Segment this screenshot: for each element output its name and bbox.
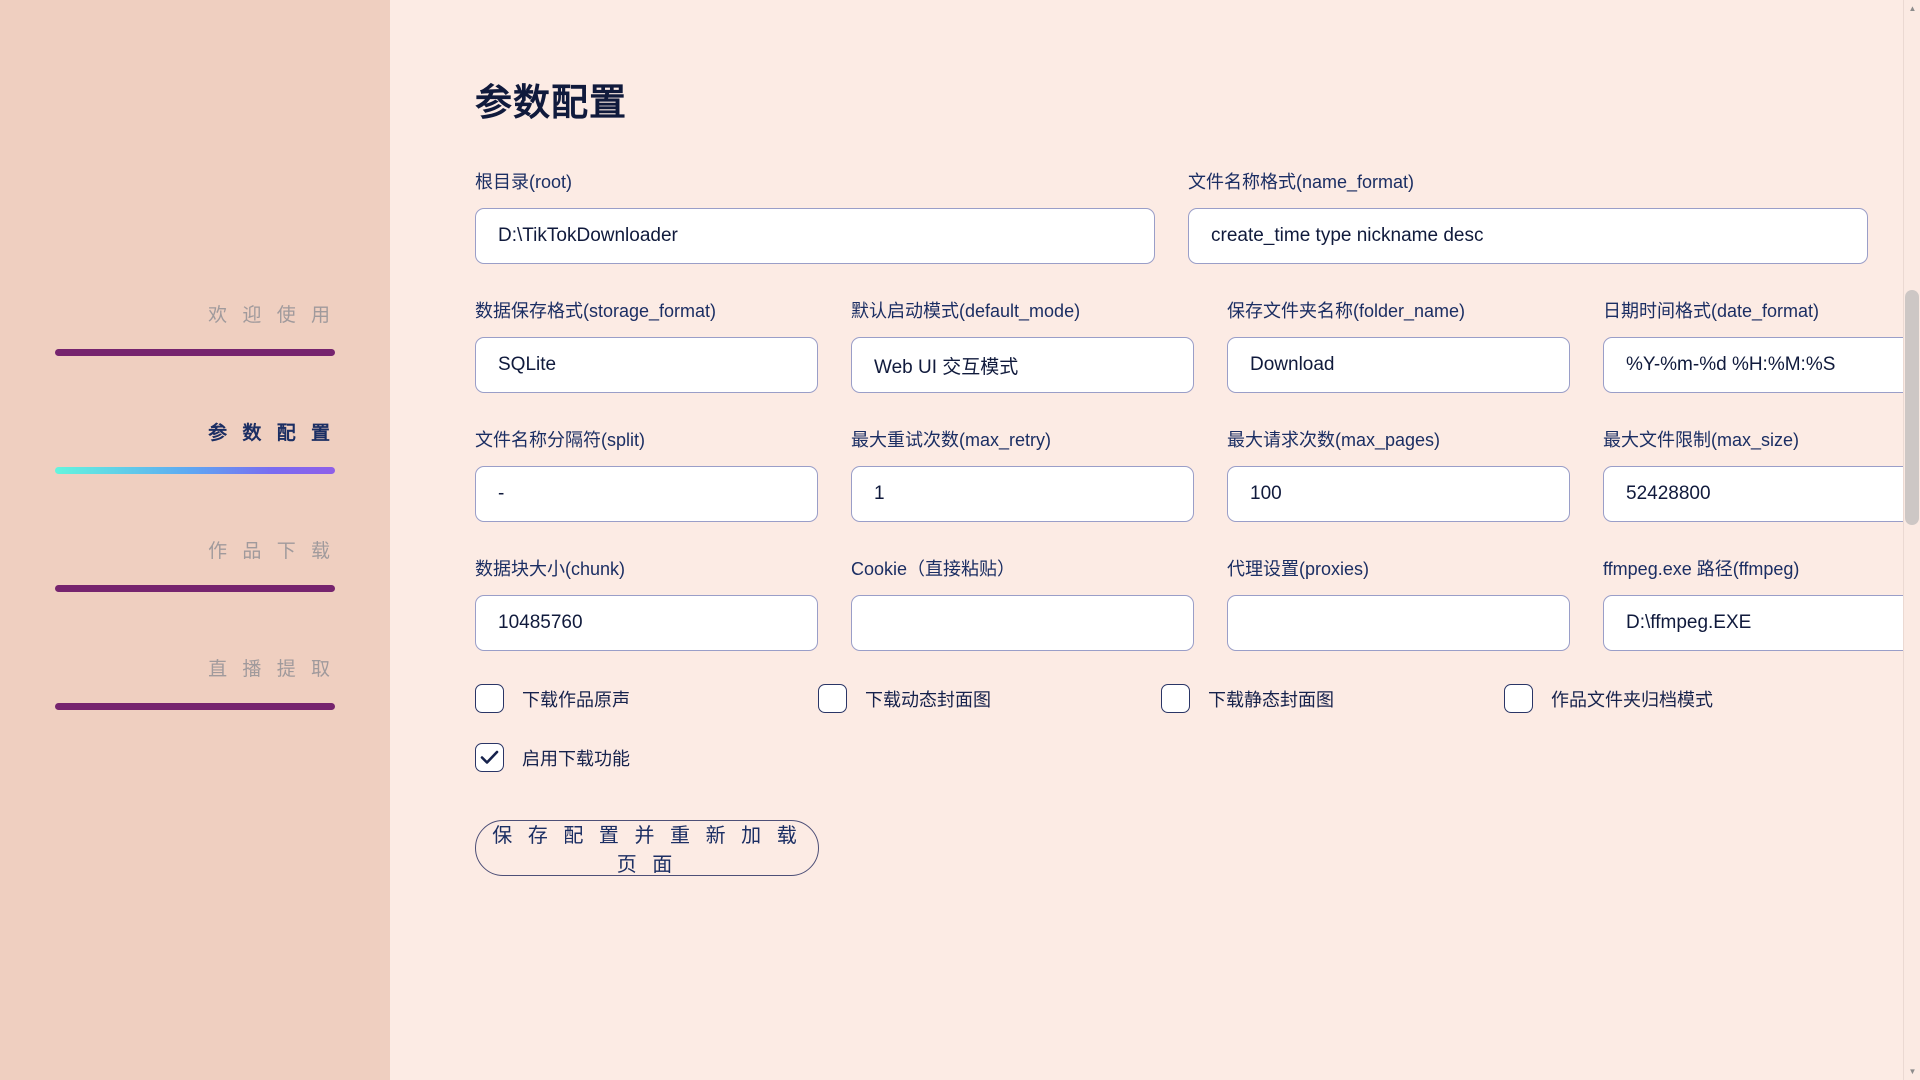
main-content: 参数配置 根目录(root) D:\TikTokDownloader 文件名称格式(… bbox=[390, 0, 1920, 1080]
label-ffmpeg: ffmpeg.exe 路径(ffmpeg) bbox=[1603, 559, 1800, 579]
label-date-format: 日期时间格式(date_format) bbox=[1603, 301, 1820, 321]
input-storage-format[interactable]: SQLite bbox=[475, 337, 818, 393]
input-name-format[interactable]: create_time type nickname desc bbox=[1188, 208, 1868, 264]
checkbox-row: 启用下载功能 bbox=[475, 743, 1920, 772]
input-max-retry[interactable]: 1 bbox=[851, 466, 1194, 522]
checkbox-checked-icon[interactable] bbox=[475, 743, 504, 772]
label-max-size: 最大文件限制(max_size) bbox=[1603, 430, 1800, 450]
app-root: 欢 迎 使 用参 数 配 置作 品 下 载直 播 提 取 参数配置 根目录(ro… bbox=[0, 0, 1920, 1080]
field-max-size: 最大文件限制(max_size) 52428800 bbox=[1603, 426, 1920, 522]
label-max-retry: 最大重试次数(max_retry) bbox=[851, 430, 1052, 450]
input-ffmpeg[interactable]: D:\ffmpeg.EXE bbox=[1603, 595, 1920, 651]
save-and-reload-button[interactable]: 保 存 配 置 并 重 新 加 载 页 面 bbox=[475, 820, 819, 876]
scrollbar-thumb[interactable] bbox=[1905, 290, 1919, 525]
scrollbar-up-arrow-icon[interactable]: ▲ bbox=[1904, 0, 1920, 17]
checkbox-label: 启用下载功能 bbox=[522, 748, 630, 769]
input-default-mode[interactable]: Web UI 交互模式 bbox=[851, 337, 1194, 393]
checkbox-label: 作品文件夹归档模式 bbox=[1551, 689, 1713, 710]
sidebar-item-label: 欢 迎 使 用 bbox=[208, 305, 335, 326]
page-title: 参数配置 bbox=[475, 82, 627, 123]
checkbox-folder-archive-mode[interactable]: 作品文件夹归档模式 bbox=[1504, 684, 1847, 713]
checkbox-unchecked-icon[interactable] bbox=[1504, 684, 1533, 713]
form-row: 根目录(root) D:\TikTokDownloader 文件名称格式(name_… bbox=[475, 168, 1920, 264]
form-row: 数据保存格式(storage_format) SQLite 默认启动模式(defau… bbox=[475, 297, 1920, 393]
checkbox-row: 下载作品原声 下载动态封面图 下载静态封面图 作品文件夹归档模式 bbox=[475, 684, 1920, 713]
form-row: 数据块大小(chunk) 10485760 Cookie（直接粘贴） 代理设置(pro… bbox=[475, 555, 1920, 651]
input-date-format[interactable]: %Y-%m-%d %H:%M:%S bbox=[1603, 337, 1920, 393]
input-chunk[interactable]: 10485760 bbox=[475, 595, 818, 651]
checkbox-unchecked-icon[interactable] bbox=[475, 684, 504, 713]
label-root: 根目录(root) bbox=[475, 172, 573, 192]
sidebar-item-3[interactable]: 直 播 提 取 bbox=[0, 654, 390, 710]
field-max-retry: 最大重试次数(max_retry) 1 bbox=[851, 426, 1194, 522]
label-proxies: 代理设置(proxies) bbox=[1227, 559, 1370, 579]
sidebar-item-0[interactable]: 欢 迎 使 用 bbox=[0, 300, 390, 356]
checkbox-label: 下载静态封面图 bbox=[1208, 689, 1334, 710]
field-max-pages: 最大请求次数(max_pages) 100 bbox=[1227, 426, 1570, 522]
checkbox-label: 下载作品原声 bbox=[522, 689, 630, 710]
sidebar-item-underline bbox=[55, 703, 335, 710]
sidebar-item-label: 参 数 配 置 bbox=[208, 423, 335, 444]
label-folder-name: 保存文件夹名称(folder_name) bbox=[1227, 301, 1466, 321]
field-ffmpeg: ffmpeg.exe 路径(ffmpeg) D:\ffmpeg.EXE bbox=[1603, 555, 1920, 651]
checkbox-enable-download[interactable]: 启用下载功能 bbox=[475, 743, 818, 772]
input-proxies[interactable] bbox=[1227, 595, 1570, 651]
checkbox-download-dynamic-cover[interactable]: 下载动态封面图 bbox=[818, 684, 1161, 713]
input-folder-name[interactable]: Download bbox=[1227, 337, 1570, 393]
checkbox-unchecked-icon[interactable] bbox=[1161, 684, 1190, 713]
input-split[interactable]: - bbox=[475, 466, 818, 522]
sidebar-item-underline bbox=[55, 585, 335, 592]
input-max-pages[interactable]: 100 bbox=[1227, 466, 1570, 522]
label-split: 文件名称分隔符(split) bbox=[475, 430, 645, 450]
field-date-format: 日期时间格式(date_format) %Y-%m-%d %H:%M:%S bbox=[1603, 297, 1920, 393]
scrollbar-down-arrow-icon[interactable]: ▼ bbox=[1904, 1063, 1920, 1080]
sidebar-item-underline bbox=[55, 467, 335, 474]
field-proxies: 代理设置(proxies) bbox=[1227, 555, 1570, 651]
checkbox-download-original-audio[interactable]: 下载作品原声 bbox=[475, 684, 818, 713]
checkbox-download-static-cover[interactable]: 下载静态封面图 bbox=[1161, 684, 1504, 713]
sidebar-item-1[interactable]: 参 数 配 置 bbox=[0, 418, 390, 474]
field-folder-name: 保存文件夹名称(folder_name) Download bbox=[1227, 297, 1570, 393]
form-row: 文件名称分隔符(split) - 最大重试次数(max_retry) 1 最大请求次数(… bbox=[475, 426, 1920, 522]
field-cookie: Cookie（直接粘贴） bbox=[851, 555, 1194, 651]
sidebar-item-label: 直 播 提 取 bbox=[208, 659, 335, 680]
label-storage-format: 数据保存格式(storage_format) bbox=[475, 301, 717, 321]
checkbox-unchecked-icon[interactable] bbox=[818, 684, 847, 713]
field-default-mode: 默认启动模式(default_mode) Web UI 交互模式 bbox=[851, 297, 1194, 393]
sidebar-item-label: 作 品 下 载 bbox=[208, 541, 335, 562]
input-max-size[interactable]: 52428800 bbox=[1603, 466, 1920, 522]
sidebar-item-underline bbox=[55, 349, 335, 356]
label-name-format: 文件名称格式(name_format) bbox=[1188, 172, 1415, 192]
config-form: 根目录(root) D:\TikTokDownloader 文件名称格式(name_… bbox=[475, 168, 1920, 651]
field-root: 根目录(root) D:\TikTokDownloader bbox=[475, 168, 1155, 264]
field-storage-format: 数据保存格式(storage_format) SQLite bbox=[475, 297, 818, 393]
checkbox-groups: 下载作品原声 下载动态封面图 下载静态封面图 作品文件夹归档模式启用下载功能 bbox=[475, 684, 1920, 772]
sidebar-item-2[interactable]: 作 品 下 载 bbox=[0, 536, 390, 592]
label-cookie: Cookie（直接粘贴） bbox=[851, 559, 1016, 579]
field-split: 文件名称分隔符(split) - bbox=[475, 426, 818, 522]
label-max-pages: 最大请求次数(max_pages) bbox=[1227, 430, 1441, 450]
input-root[interactable]: D:\TikTokDownloader bbox=[475, 208, 1155, 264]
input-cookie[interactable] bbox=[851, 595, 1194, 651]
sidebar: 欢 迎 使 用参 数 配 置作 品 下 载直 播 提 取 bbox=[0, 0, 390, 1080]
field-name-format: 文件名称格式(name_format) create_time type nick… bbox=[1188, 168, 1868, 264]
field-chunk: 数据块大小(chunk) 10485760 bbox=[475, 555, 818, 651]
label-default-mode: 默认启动模式(default_mode) bbox=[851, 301, 1081, 321]
page-scrollbar[interactable]: ▲ ▼ bbox=[1903, 0, 1920, 1080]
label-chunk: 数据块大小(chunk) bbox=[475, 559, 626, 579]
checkbox-label: 下载动态封面图 bbox=[865, 689, 991, 710]
